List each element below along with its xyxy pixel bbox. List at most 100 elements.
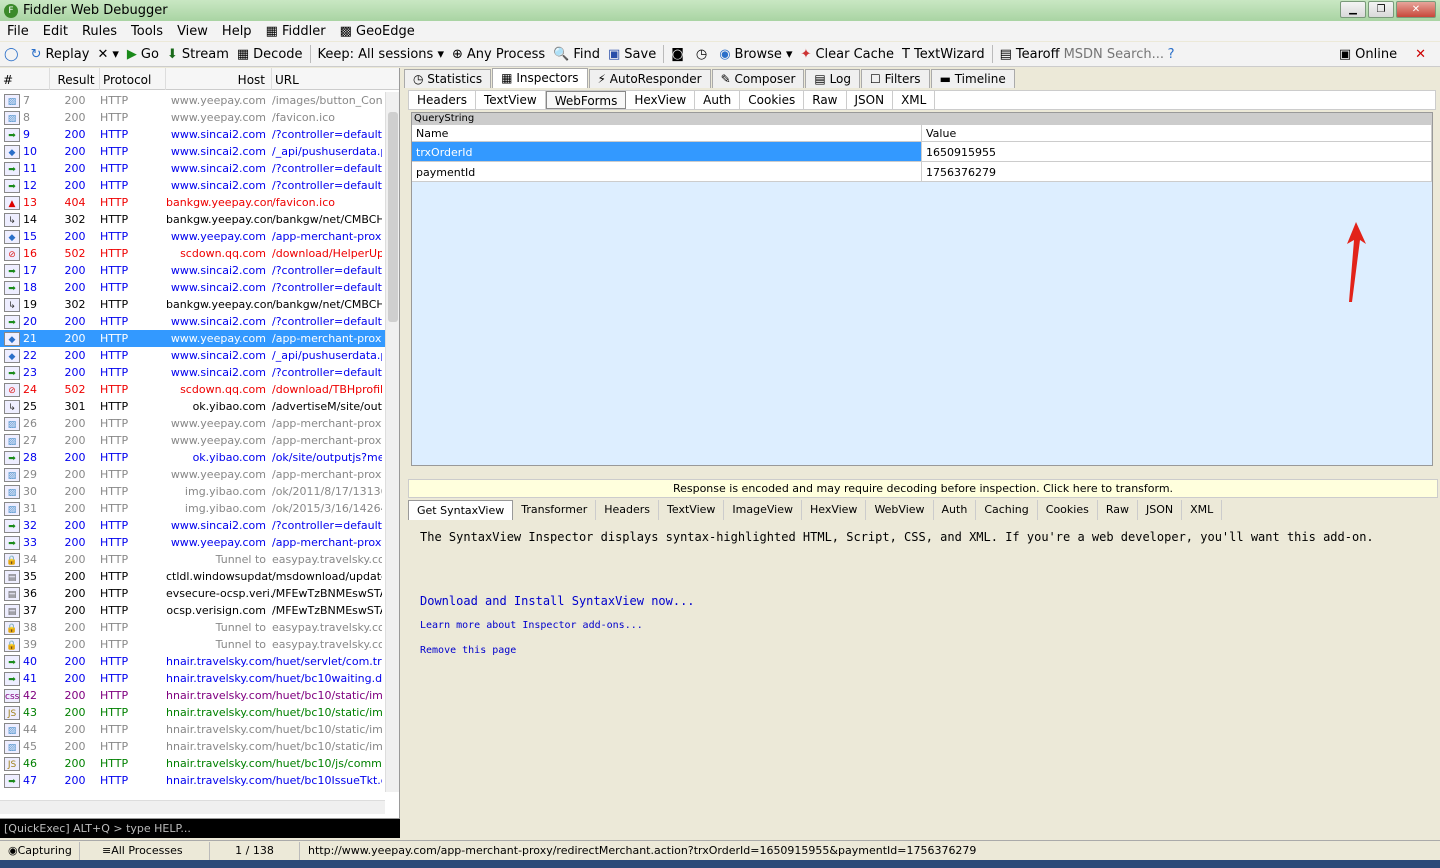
msdn-search-input[interactable] <box>1063 46 1164 62</box>
tab-inspectors[interactable]: ▦ Inspectors <box>492 68 588 88</box>
tearoff-button[interactable]: ▤ Tearoff <box>996 47 1064 62</box>
find-button[interactable]: 🔍 Find <box>549 47 604 62</box>
qs-row[interactable]: paymentId 1756376279 <box>412 162 1432 182</box>
session-row[interactable]: ▨ 7 200 HTTP www.yeepay.com/images/button_Co… <box>0 92 385 109</box>
session-row[interactable]: ▨ 26 200 HTTP www.yeepay.com/app-merchant-pr… <box>0 415 385 432</box>
menu-rules[interactable]: Rules <box>75 24 124 39</box>
encoding-notice-bar[interactable]: Response is encoded and may require deco… <box>408 479 1438 498</box>
session-row[interactable]: ◆ 10 200 HTTP www.sincai2.com /_api/pushuserd… <box>0 143 385 160</box>
session-row[interactable]: ➡ 17 200 HTTP www.sincai2.com /?controller=de… <box>0 262 385 279</box>
resp-tab-textview[interactable]: TextView <box>659 500 725 520</box>
session-row[interactable]: ➡ 32 200 HTTP www.sincai2.com /?controller=de… <box>0 517 385 534</box>
resp-tab-raw[interactable]: Raw <box>1098 500 1138 520</box>
session-row[interactable]: ▨ 44 200 HTTP hnair.travelsky.com/huet/bc10/… <box>0 721 385 738</box>
req-tab-headers[interactable]: Headers <box>409 91 476 109</box>
col-host[interactable]: Host <box>166 68 272 90</box>
decode-button[interactable]: ▦ Decode <box>233 47 307 62</box>
scroll-thumb[interactable] <box>388 112 398 322</box>
remove-button[interactable]: ✕ ▾ <box>93 47 122 62</box>
session-row[interactable]: ➡ 11 200 HTTP www.sincai2.com /?controller=de… <box>0 160 385 177</box>
tab-filters[interactable]: ☐ Filters <box>861 69 930 88</box>
resp-tab-auth[interactable]: Auth <box>934 500 977 520</box>
resp-tab-cookies[interactable]: Cookies <box>1038 500 1098 520</box>
req-tab-auth[interactable]: Auth <box>695 91 741 109</box>
any-process-button[interactable]: ⊕ Any Process <box>448 47 549 62</box>
remove-page-link[interactable]: Remove this page <box>420 645 1426 656</box>
req-tab-textview[interactable]: TextView <box>476 91 546 109</box>
process-filter[interactable]: ≡ All Processes <box>80 841 210 860</box>
sessions-vertical-scrollbar[interactable] <box>385 92 399 792</box>
req-tab-cookies[interactable]: Cookies <box>740 91 805 109</box>
session-row[interactable]: ➡ 33 200 HTTP www.yeepay.com/app-merchant-pr… <box>0 534 385 551</box>
resp-tab-webview[interactable]: WebView <box>866 500 934 520</box>
resp-tab-caching[interactable]: Caching <box>976 500 1038 520</box>
menu-geoedge[interactable]: ▩ GeoEdge <box>333 24 422 39</box>
session-row[interactable]: ➡ 23 200 HTTP www.sincai2.com /?controller=de… <box>0 364 385 381</box>
session-row[interactable]: ➡ 47 200 HTTP hnair.travelsky.com/huet/bc10I… <box>0 772 385 789</box>
comment-button[interactable]: ◯ <box>0 47 27 62</box>
tab-log[interactable]: ▤ Log <box>805 69 860 88</box>
session-row[interactable]: ◆ 22 200 HTTP www.sincai2.com /_api/pushuserd… <box>0 347 385 364</box>
menu-tools[interactable]: Tools <box>124 24 170 39</box>
session-row[interactable]: ↳ 19 302 HTTP bankgw.yeepay.com/bankgw/net/C… <box>0 296 385 313</box>
session-row[interactable]: ◆ 21 200 HTTP www.yeepay.com/app-merchant-pr… <box>0 330 385 347</box>
req-tab-json[interactable]: JSON <box>847 91 894 109</box>
maximize-button[interactable]: ❐ <box>1368 1 1394 18</box>
go-button[interactable]: ▶ Go <box>123 47 163 62</box>
screenshot-button[interactable]: ◙ <box>667 47 692 62</box>
resp-tab-hexview[interactable]: HexView <box>802 500 867 520</box>
session-row[interactable]: ↳ 25 301 HTTP ok.yibao.com/advertiseM/site/o… <box>0 398 385 415</box>
session-row[interactable]: ➡ 41 200 HTTP hnair.travelsky.com/huet/bc10w… <box>0 670 385 687</box>
menu-help[interactable]: Help <box>215 24 259 39</box>
session-row[interactable]: ▨ 31 200 HTTP img.yibao.com/ok/2015/3/16/142… <box>0 500 385 517</box>
tab-timeline[interactable]: ▬ Timeline <box>930 69 1015 88</box>
session-row[interactable]: 🔒 34 200 HTTP Tunnel to easypay.travelsky.co <box>0 551 385 568</box>
resp-tab-get-syntaxview[interactable]: Get SyntaxView <box>408 500 514 520</box>
capturing-toggle[interactable]: ◉ Capturing <box>0 841 80 860</box>
tab-statistics[interactable]: ◷ Statistics <box>404 69 492 88</box>
save-button[interactable]: ▣ Save <box>604 47 660 62</box>
req-tab-raw[interactable]: Raw <box>804 91 847 109</box>
qs-row[interactable]: trxOrderId 1650915955 <box>412 142 1432 162</box>
col-url[interactable]: URL <box>272 68 382 90</box>
menu-fiddler[interactable]: ▦ Fiddler <box>259 24 333 39</box>
qs-name-header[interactable]: Name <box>412 125 922 141</box>
session-row[interactable]: ▲ 13 404 HTTP bankgw.yeepay.com/favicon.ico <box>0 194 385 211</box>
session-row[interactable]: ➡ 18 200 HTTP www.sincai2.com /?controller=de… <box>0 279 385 296</box>
session-row[interactable]: JS 46 200 HTTP hnair.travelsky.com/huet/bc10… <box>0 755 385 772</box>
sessions-horizontal-scrollbar[interactable] <box>0 800 385 814</box>
help-button[interactable]: ? <box>1164 47 1183 62</box>
browse-button[interactable]: ◉ Browse ▾ <box>715 47 796 62</box>
textwizard-button[interactable]: T TextWizard <box>898 47 989 62</box>
session-row[interactable]: ▨ 27 200 HTTP www.yeepay.com/app-merchant-pr… <box>0 432 385 449</box>
resp-tab-xml[interactable]: XML <box>1182 500 1223 520</box>
session-row[interactable]: ↳ 14 302 HTTP bankgw.yeepay.com/bankgw/net/C… <box>0 211 385 228</box>
session-row[interactable]: ➡ 28 200 HTTP ok.yibao.com/ok/site/outputjs?… <box>0 449 385 466</box>
session-row[interactable]: ⊘ 16 502 HTTP scdown.qq.com/download/HelperU… <box>0 245 385 262</box>
replay-button[interactable]: ↻ Replay <box>27 47 94 62</box>
menu-edit[interactable]: Edit <box>36 24 75 39</box>
session-row[interactable]: ➡ 12 200 HTTP www.sincai2.com /?controller=de… <box>0 177 385 194</box>
resp-tab-transformer[interactable]: Transformer <box>513 500 597 520</box>
session-row[interactable]: ◆ 15 200 HTTP www.yeepay.com/app-merchant-pr… <box>0 228 385 245</box>
req-tab-xml[interactable]: XML <box>893 91 936 109</box>
learn-more-link[interactable]: Learn more about Inspector add-ons... <box>420 620 1426 631</box>
col-protocol[interactable]: Protocol <box>100 68 166 90</box>
resp-tab-json[interactable]: JSON <box>1138 500 1183 520</box>
qs-value-header[interactable]: Value <box>922 125 1432 141</box>
menu-file[interactable]: File <box>0 24 36 39</box>
clear-cache-button[interactable]: ✦ Clear Cache <box>797 47 898 62</box>
menu-view[interactable]: View <box>170 24 215 39</box>
session-row[interactable]: ▨ 29 200 HTTP www.yeepay.com/app-merchant-pr… <box>0 466 385 483</box>
resp-tab-imageview[interactable]: ImageView <box>724 500 802 520</box>
quickexec-input[interactable]: [QuickExec] ALT+Q > type HELP... <box>0 818 400 838</box>
qs-param-value[interactable]: 1650915955 <box>922 142 1432 161</box>
keep-sessions-dropdown[interactable]: Keep: All sessions ▾ <box>314 47 448 62</box>
qs-param-value[interactable]: 1756376279 <box>922 162 1432 181</box>
session-row[interactable]: ▨ 8 200 HTTP www.yeepay.com/favicon.ico <box>0 109 385 126</box>
download-syntaxview-link[interactable]: Download and Install SyntaxView now... <box>420 594 1426 608</box>
session-row[interactable]: ▨ 30 200 HTTP img.yibao.com/ok/2011/8/17/131… <box>0 483 385 500</box>
col-result[interactable]: Result <box>50 68 100 90</box>
session-row[interactable]: 🔒 39 200 HTTP Tunnel to easypay.travelsky.co <box>0 636 385 653</box>
session-row[interactable]: 🔒 38 200 HTTP Tunnel to easypay.travelsky.co <box>0 619 385 636</box>
